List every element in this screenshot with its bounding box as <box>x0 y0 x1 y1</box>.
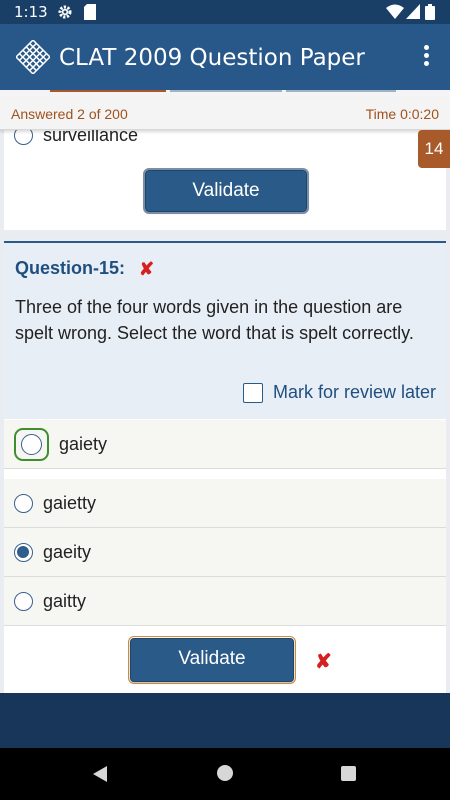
status-time: 1:13 <box>14 3 48 21</box>
footer-bar <box>0 693 450 748</box>
option-label: gaeity <box>43 541 92 562</box>
app-bar: CLAT 2009 Question Paper <box>0 24 450 90</box>
validate-button[interactable]: Validate <box>143 168 309 214</box>
status-bar: 1:13 <box>0 0 450 24</box>
question-card: Question-15: ✘ Three of the four words g… <box>4 241 446 693</box>
timer: Time 0:0:20 <box>365 106 439 122</box>
answered-count: Answered 2 of 200 <box>11 106 128 122</box>
back-icon[interactable] <box>92 765 108 783</box>
radio-button-checked[interactable] <box>14 542 33 562</box>
tab-strip <box>0 90 450 98</box>
review-label: Mark for review later <box>272 382 436 402</box>
tab-indicator[interactable] <box>170 90 282 92</box>
radio-button[interactable] <box>14 493 33 513</box>
cross-icon: ✘ <box>315 651 332 673</box>
radio-button[interactable] <box>14 591 33 611</box>
option-gaietty[interactable]: gaietty <box>4 479 446 528</box>
cell-signal-icon <box>406 4 420 19</box>
battery-icon <box>425 4 435 20</box>
home-icon[interactable] <box>217 765 233 781</box>
mark-for-review[interactable]: Mark for review later <box>242 382 436 403</box>
progress-bar: Answered 2 of 200 Time 0:0:20 <box>0 98 450 130</box>
option-label: gaiety <box>59 433 108 454</box>
tab-indicator-active[interactable] <box>50 90 166 92</box>
sd-card-icon <box>84 4 96 20</box>
cross-icon: ✘ <box>139 259 155 279</box>
tab-indicator[interactable] <box>286 90 396 92</box>
option-gaiety[interactable]: gaiety <box>4 420 446 469</box>
wifi-icon <box>386 4 404 19</box>
question-title: Question-15: <box>15 258 126 278</box>
question-text: Three of the four words given in the que… <box>15 297 414 343</box>
recents-icon[interactable] <box>341 766 356 781</box>
gear-icon <box>58 5 72 19</box>
question-number-badge[interactable]: 14 <box>418 130 450 168</box>
focus-ring <box>14 427 49 461</box>
question-header: Question-15: ✘ Three of the four words g… <box>4 243 446 419</box>
previous-question-card: surveillance Validate <box>4 124 446 230</box>
app-title: CLAT 2009 Question Paper <box>59 45 365 71</box>
option-gaitty[interactable]: gaitty <box>4 577 446 626</box>
option-gaeity[interactable]: gaeity <box>4 528 446 577</box>
radio-button[interactable] <box>21 433 42 455</box>
option-label: gaitty <box>43 590 87 611</box>
app-logo-icon <box>16 40 50 74</box>
option-label: gaietty <box>43 492 97 513</box>
review-checkbox[interactable] <box>242 382 263 403</box>
overflow-menu-icon[interactable] <box>418 45 434 69</box>
validate-button[interactable]: Validate <box>128 636 296 684</box>
